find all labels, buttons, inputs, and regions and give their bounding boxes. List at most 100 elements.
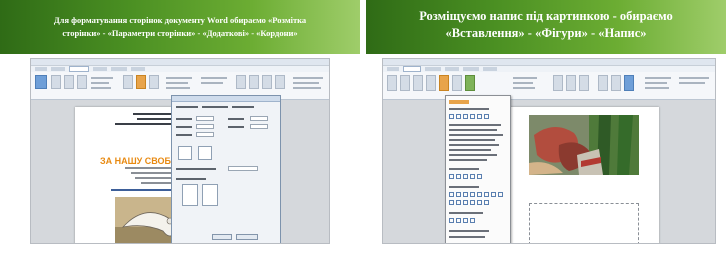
shape-triangle-icon[interactable] [477,114,482,119]
margin-label [176,126,192,128]
shape-snip-rect-icon[interactable] [463,192,468,197]
header-button[interactable] [553,75,563,91]
shape-oval-icon[interactable] [470,192,475,197]
menu-text-line [449,236,485,238]
ribbon-label [91,87,111,89]
shape-rectangle-icon[interactable] [463,114,468,119]
menu-text-line [449,154,497,156]
shape-arrow-right-icon[interactable] [449,200,454,205]
shape-textbox-icon[interactable] [484,114,489,119]
wordart-button[interactable] [624,75,634,91]
margin-left-field[interactable] [196,124,214,129]
send-backward-button[interactable] [275,75,285,89]
shape-diamond-icon[interactable] [477,192,482,197]
shape-line-icon[interactable] [449,114,454,119]
ribbon-tab[interactable] [35,67,47,71]
margin-label [176,118,192,120]
chart-button[interactable] [465,75,475,91]
themes-button[interactable] [35,75,47,89]
watermark-button[interactable] [123,75,133,89]
menu-text-line [449,144,499,146]
dialog-title-bar [172,96,280,102]
size-button[interactable] [77,75,87,89]
margin-right-field[interactable] [250,124,268,129]
shape-rounded-rect-icon[interactable] [456,192,461,197]
shape-scribble-icon[interactable] [477,174,482,179]
shape-arrow-left-icon[interactable] [456,200,461,205]
ribbon-label [201,82,223,84]
shape-pentagon-icon[interactable] [484,192,489,197]
shape-star-icon[interactable] [498,192,503,197]
ribbon-label [91,77,113,79]
shape-flowchart-icon[interactable] [456,218,461,223]
slide-page-setup: Для форматування сторінок документу Word… [0,0,360,259]
shape-arrow-icon[interactable] [456,114,461,119]
ok-button[interactable] [212,234,232,240]
clip-art-button[interactable] [426,75,436,91]
shapes-dropdown-menu[interactable] [445,95,511,243]
ribbon-label [293,77,323,79]
picture-button[interactable] [413,75,423,91]
smartart-button[interactable] [452,75,462,91]
page-number-button[interactable] [579,75,589,91]
menu-item-recent-shapes[interactable] [449,100,469,104]
menu-text-line [449,139,495,141]
ribbon-tab[interactable] [483,67,497,71]
ribbon-label [513,77,537,79]
preview-page [182,184,198,206]
bring-forward-button[interactable] [262,75,272,89]
position-button[interactable] [236,75,246,89]
orientation-button[interactable] [64,75,74,89]
shape-line-icon[interactable] [449,174,454,179]
footer-button[interactable] [566,75,576,91]
portrait-option[interactable] [178,146,192,160]
ribbon-tab[interactable] [131,67,145,71]
shape-arrow-down-icon[interactable] [470,200,475,205]
shape-arrow-up-icon[interactable] [463,200,468,205]
margin-label [228,126,244,128]
dialog-tab[interactable] [176,106,198,108]
ribbon-tab[interactable] [425,67,441,71]
ribbon-tab[interactable] [111,67,127,71]
banner-line-2: сторінки» - «Параметри сторінки» - «Дода… [62,28,298,38]
ribbon-tab[interactable] [93,67,107,71]
inserted-picture[interactable] [529,115,639,175]
page-borders-button[interactable] [149,75,159,89]
shape-elbow-icon[interactable] [456,174,461,179]
dialog-tab[interactable] [232,106,254,108]
ribbon-tab[interactable] [387,67,399,71]
quick-parts-button[interactable] [611,75,621,91]
shapes-button[interactable] [439,75,449,91]
cover-page-button[interactable] [387,75,397,91]
cancel-button[interactable] [236,234,258,240]
text-box-button[interactable] [598,75,608,91]
ribbon-label [166,77,192,79]
gutter-field[interactable] [196,132,214,137]
text-box-frame[interactable] [529,203,639,243]
margin-top-field[interactable] [196,116,214,121]
ribbon-tab[interactable] [463,67,479,71]
shape-flowchart-icon[interactable] [449,218,454,223]
page-color-button[interactable] [136,75,146,89]
multiple-pages-select[interactable] [228,166,258,171]
shape-heart-icon[interactable] [484,200,489,205]
shape-flowchart-icon[interactable] [470,218,475,223]
margins-button[interactable] [51,75,61,89]
wrap-text-button[interactable] [249,75,259,89]
ribbon-label [513,87,535,89]
shape-oval-icon[interactable] [470,114,475,119]
dialog-tab[interactable] [202,106,228,108]
shape-freeform-icon[interactable] [470,174,475,179]
ribbon-tab[interactable] [51,67,65,71]
shape-hexagon-icon[interactable] [491,192,496,197]
shape-rectangle-icon[interactable] [449,192,454,197]
shape-flowchart-icon[interactable] [463,218,468,223]
table-button[interactable] [400,75,410,91]
margin-bottom-field[interactable] [250,116,268,121]
ribbon-tab[interactable] [445,67,459,71]
page-setup-dialog[interactable] [171,95,281,243]
menu-new-canvas[interactable] [449,230,489,232]
shape-callout-icon[interactable] [477,200,482,205]
shape-curve-icon[interactable] [463,174,468,179]
landscape-option[interactable] [198,146,212,160]
